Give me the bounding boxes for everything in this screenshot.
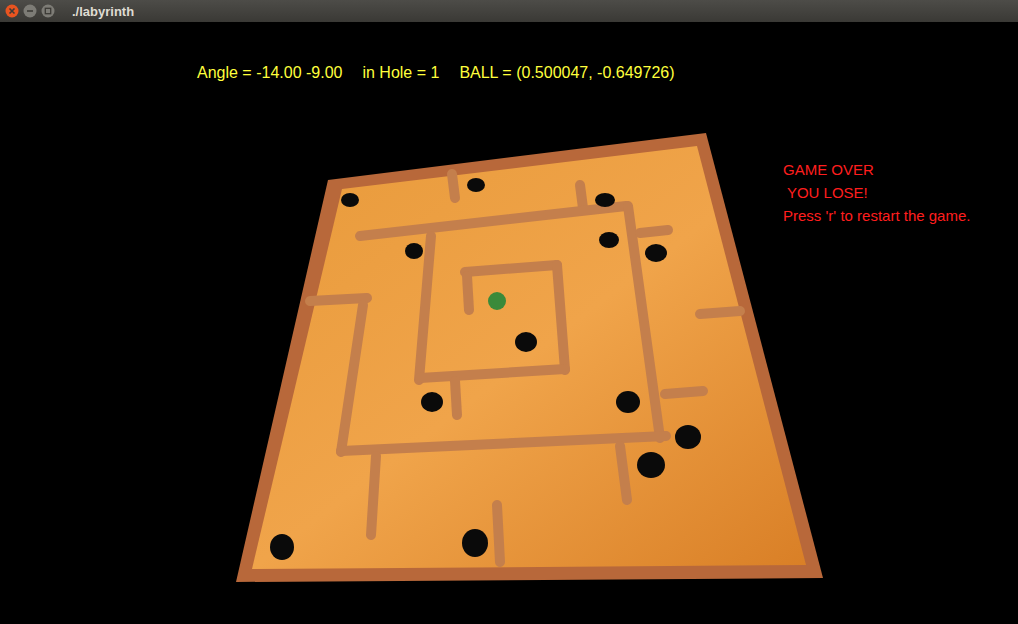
ball[interactable] [488, 292, 506, 310]
wall [371, 456, 376, 535]
wall [360, 206, 626, 236]
hole [637, 452, 665, 478]
hud-item: BALL = (0.500047, -0.649726) [459, 64, 674, 82]
window-controls [5, 4, 55, 18]
wall [341, 305, 363, 452]
close-icon[interactable] [5, 4, 19, 18]
wall [455, 381, 457, 415]
wall [665, 391, 703, 394]
window-title: ./labyrinth [72, 4, 134, 19]
wall [467, 276, 469, 310]
app-window: ./labyrinth Angle = -14.00 -9.00 in Hole =… [0, 0, 1018, 624]
hole [595, 193, 615, 207]
wall [580, 185, 583, 208]
board-surface [252, 146, 806, 569]
hole [421, 392, 443, 412]
labyrinth-board[interactable] [0, 22, 1018, 624]
wall [465, 265, 557, 272]
hole [616, 391, 640, 413]
hole [467, 178, 485, 192]
hud-item: Angle = -14.00 -9.00 [197, 64, 342, 82]
hole [405, 243, 423, 259]
wall [310, 298, 367, 301]
hud-item: in Hole = 1 [362, 64, 439, 82]
maximize-icon[interactable] [41, 4, 55, 18]
wall [620, 446, 627, 500]
message-line: GAME OVER [783, 158, 970, 181]
message-line: Press 'r' to restart the game. [783, 204, 970, 227]
title-bar: ./labyrinth [0, 0, 1018, 22]
hole [270, 534, 294, 560]
hud: Angle = -14.00 -9.00 in Hole = 1 BALL = (0… [197, 64, 675, 82]
hole [462, 529, 488, 557]
wall [452, 174, 455, 198]
wall [420, 369, 565, 378]
wall [640, 230, 668, 233]
wall [497, 505, 500, 562]
hole [515, 332, 537, 352]
message-line: YOU LOSE! [783, 181, 970, 204]
hole [341, 193, 359, 207]
game-over-message: GAME OVER YOU LOSE!Press 'r' to restart … [783, 158, 970, 227]
hole [645, 244, 667, 262]
board-frame [236, 133, 823, 582]
game-canvas: Angle = -14.00 -9.00 in Hole = 1 BALL = (0… [0, 22, 1018, 624]
wall [557, 265, 565, 370]
hole [675, 425, 701, 449]
hole [599, 232, 619, 248]
minimize-icon[interactable] [23, 4, 37, 18]
wall [419, 236, 431, 380]
wall [700, 311, 740, 314]
